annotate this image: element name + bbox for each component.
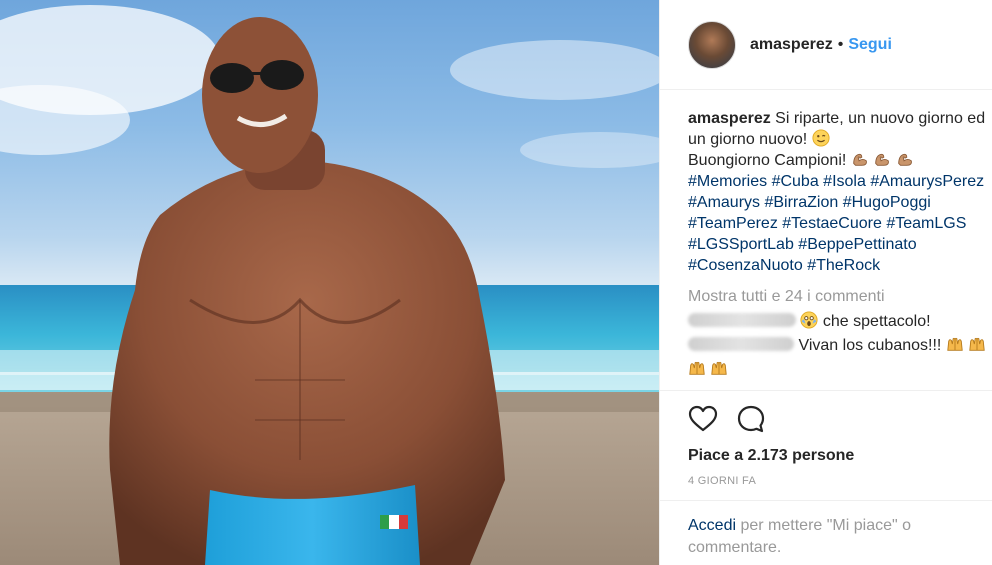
- scream-emoji-icon: [800, 311, 819, 329]
- comment-icon[interactable]: [736, 404, 766, 434]
- post-caption: amasperez Si riparte, un nuovo giorno ed…: [660, 90, 992, 276]
- hashtag-line[interactable]: #TeamPerez #TestaeCuore #TeamLGS: [688, 213, 992, 234]
- blurred-commenter-username[interactable]: [688, 337, 794, 351]
- view-all-comments-link[interactable]: Mostra tutti e 24 i commenti: [660, 276, 992, 310]
- beach-photo-illustration: [0, 5, 659, 565]
- comment-text: Vivan los cubanos!!!: [798, 337, 942, 354]
- flexed-biceps-emoji-icon: [853, 153, 867, 166]
- username-link[interactable]: amasperez: [750, 36, 833, 54]
- blurred-commenter-username[interactable]: [688, 313, 796, 327]
- post-side-panel: amasperez • Segui amasperez Si riparte, …: [659, 0, 992, 565]
- post-header: amasperez • Segui: [660, 0, 992, 90]
- flexed-biceps-emoji-icon: [897, 153, 912, 166]
- wink-emoji-icon: [812, 129, 830, 147]
- comment-text: che spettacolo!: [822, 313, 931, 330]
- heart-icon[interactable]: [688, 404, 718, 434]
- raised-hands-emoji-icon: [969, 337, 985, 351]
- raised-hands-emoji-icon: [947, 337, 963, 351]
- comment-item: Vivan los cubanos!!!: [660, 334, 992, 358]
- avatar[interactable]: [688, 20, 736, 69]
- caption-line-3: Buongiorno Campioni!: [688, 152, 847, 169]
- hashtag-line[interactable]: #LGSSportLab #BeppePettinato: [688, 234, 992, 255]
- flexed-biceps-emoji-icon: [875, 153, 890, 166]
- action-icons: [688, 391, 992, 447]
- login-link[interactable]: Accedi: [688, 517, 736, 534]
- comment-item-continuation: [660, 358, 992, 382]
- follow-button[interactable]: Segui: [848, 36, 892, 54]
- header-separator: •: [837, 35, 844, 53]
- comment-item: che spettacolo!: [660, 310, 992, 334]
- hashtag-line[interactable]: #Memories #Cuba #Isola #AmaurysPerez: [688, 171, 992, 192]
- login-prompt-text: per mettere "Mi piace" o: [736, 517, 912, 534]
- likes-count[interactable]: Piace a 2.173 persone: [688, 447, 992, 465]
- caption-username-link[interactable]: amasperez: [688, 110, 771, 127]
- login-prompt-text-2: commentare.: [688, 539, 782, 556]
- caption-line-2: un giorno nuovo!: [688, 131, 808, 148]
- caption-line-1: Si riparte, un nuovo giorno ed: [775, 110, 986, 127]
- raised-hands-emoji-icon: [689, 361, 705, 375]
- raised-hands-emoji-icon: [711, 361, 728, 375]
- post-timestamp[interactable]: 4 GIORNI FA: [688, 475, 992, 487]
- hashtag-line[interactable]: #Amaurys #BirraZion #HugoPoggi: [688, 192, 992, 213]
- login-prompt: Accedi per mettere "Mi piace" o commenta…: [660, 500, 992, 565]
- post-photo[interactable]: [0, 0, 659, 565]
- hashtag-line[interactable]: #CosenzaNuoto #TheRock: [688, 255, 992, 276]
